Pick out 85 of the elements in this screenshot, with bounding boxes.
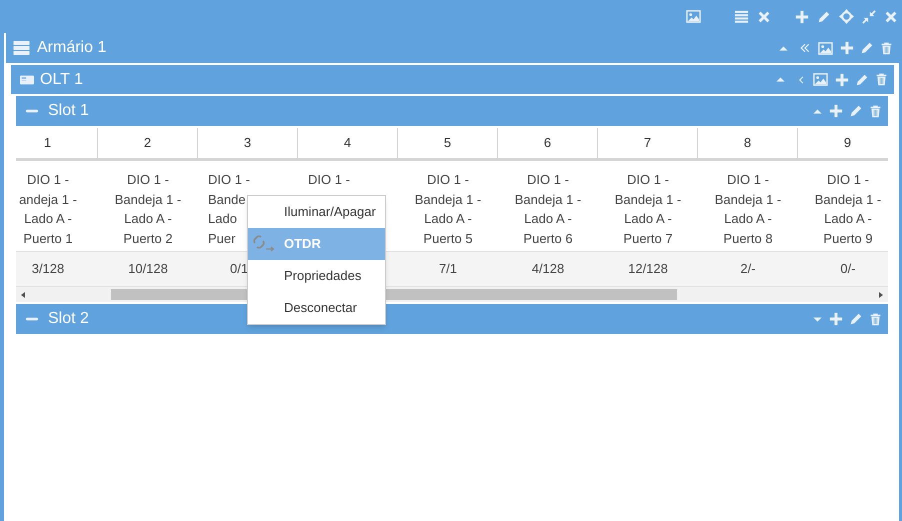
cell-text: DIO 1 - bbox=[827, 171, 869, 189]
cell-text: DIO 1 - bbox=[208, 171, 250, 189]
cell-text: Bandeja 1 - bbox=[814, 190, 882, 209]
count-text: 4/128 bbox=[532, 260, 564, 278]
column-header: 6 bbox=[498, 128, 598, 161]
column-header: 5 bbox=[398, 128, 498, 161]
image-icon[interactable] bbox=[685, 9, 702, 24]
count-text: 7/1 bbox=[438, 260, 458, 278]
pencil-icon[interactable] bbox=[860, 41, 874, 55]
menu-item[interactable]: Iluminar/Apagar bbox=[248, 196, 385, 228]
plus-icon[interactable] bbox=[829, 104, 843, 118]
cell-text: Bandeja 1 - bbox=[114, 190, 182, 209]
broken-link-arrow-icon bbox=[252, 235, 276, 253]
cell-text: Puerto 6 bbox=[523, 230, 573, 248]
scroll-right-icon[interactable] bbox=[877, 290, 885, 298]
column-header: 3 bbox=[198, 128, 298, 161]
cell-text: Lado A - bbox=[124, 210, 172, 228]
column-header: 8 bbox=[698, 128, 798, 161]
header-title: Slot 1 bbox=[48, 101, 89, 121]
plus-icon[interactable] bbox=[829, 312, 843, 326]
cell-text: Bandeja 1 - bbox=[614, 190, 682, 209]
trash-icon[interactable] bbox=[869, 104, 882, 118]
menu-item[interactable]: Desconectar bbox=[248, 292, 385, 324]
pencil-icon[interactable] bbox=[849, 104, 863, 118]
column-header: 4 bbox=[298, 128, 398, 161]
count-text: 3/128 bbox=[32, 260, 64, 278]
close-icon[interactable] bbox=[757, 10, 771, 24]
cell-text: Puerto 1 bbox=[23, 230, 73, 248]
header-title: Slot 2 bbox=[48, 309, 89, 329]
cell-text: DIO 1 - bbox=[727, 171, 769, 189]
close-icon[interactable] bbox=[884, 10, 898, 24]
trash-icon[interactable] bbox=[869, 312, 882, 326]
list-icon[interactable] bbox=[734, 9, 749, 24]
cell-text: Puerto 7 bbox=[623, 230, 673, 248]
cell-text: Lado A - bbox=[24, 210, 72, 228]
cell-text: DIO 1 - bbox=[27, 171, 69, 189]
image-icon[interactable] bbox=[812, 72, 829, 87]
cell-text: DIO 1 - bbox=[427, 171, 469, 189]
cell-text: DIO 1 - bbox=[127, 171, 169, 189]
cell-text: Puer bbox=[208, 230, 236, 248]
cell-text: Lado A - bbox=[824, 210, 872, 228]
pencil-icon[interactable] bbox=[817, 10, 831, 24]
cell-text: andeja 1 - bbox=[19, 190, 77, 209]
plus-icon[interactable] bbox=[835, 72, 849, 86]
cell-text: Lado A - bbox=[624, 210, 672, 228]
pencil-icon[interactable] bbox=[849, 312, 863, 326]
cell-text: DIO 1 - bbox=[308, 171, 350, 189]
cell-text: Lado bbox=[208, 210, 237, 228]
compress-icon[interactable] bbox=[862, 10, 876, 24]
server-rack-icon bbox=[12, 40, 31, 56]
trash-icon[interactable] bbox=[880, 40, 893, 56]
cell-text: DIO 1 - bbox=[527, 171, 569, 189]
cell-text: Puerto 2 bbox=[123, 230, 173, 248]
image-icon[interactable] bbox=[817, 40, 834, 56]
cell-text: Lado A - bbox=[424, 210, 472, 228]
cell-text: Puerto 8 bbox=[723, 230, 773, 248]
column-header: 7 bbox=[598, 128, 698, 161]
count-text: 10/128 bbox=[128, 260, 168, 278]
cell-text: Bandeja 1 - bbox=[514, 190, 582, 209]
cell-text: Bande bbox=[208, 190, 246, 208]
cell-text: Bandeja 1 - bbox=[714, 190, 782, 209]
cell-text: Puerto 5 bbox=[423, 230, 473, 248]
trash-icon[interactable] bbox=[875, 72, 888, 87]
cell-text: Lado A - bbox=[524, 210, 572, 228]
header-title: OLT 1 bbox=[40, 70, 83, 90]
plus-icon[interactable] bbox=[840, 41, 854, 55]
count-text: 0/1 bbox=[230, 260, 248, 278]
menu-item[interactable]: Propriedades bbox=[248, 260, 385, 292]
pencil-icon[interactable] bbox=[855, 72, 869, 86]
cell-text: Puerto 9 bbox=[823, 230, 873, 248]
cell-text: Lado A - bbox=[724, 210, 772, 228]
column-header: 9 bbox=[798, 128, 888, 161]
plus-icon[interactable] bbox=[795, 10, 809, 24]
count-text: 2/- bbox=[740, 260, 756, 278]
crosshair-icon[interactable] bbox=[839, 9, 854, 24]
header-title: Armário 1 bbox=[37, 38, 106, 58]
column-header: 2 bbox=[98, 128, 198, 161]
count-text: 12/128 bbox=[628, 260, 668, 278]
device-card-icon bbox=[17, 72, 37, 86]
count-text: 0/- bbox=[840, 260, 856, 278]
double-chevron-left-icon[interactable] bbox=[799, 42, 811, 54]
cell-text: DIO 1 - bbox=[627, 171, 669, 189]
scroll-left-icon[interactable] bbox=[19, 290, 27, 298]
cell-text: Bandeja 1 - bbox=[414, 190, 482, 209]
column-header: 1 bbox=[16, 128, 98, 161]
